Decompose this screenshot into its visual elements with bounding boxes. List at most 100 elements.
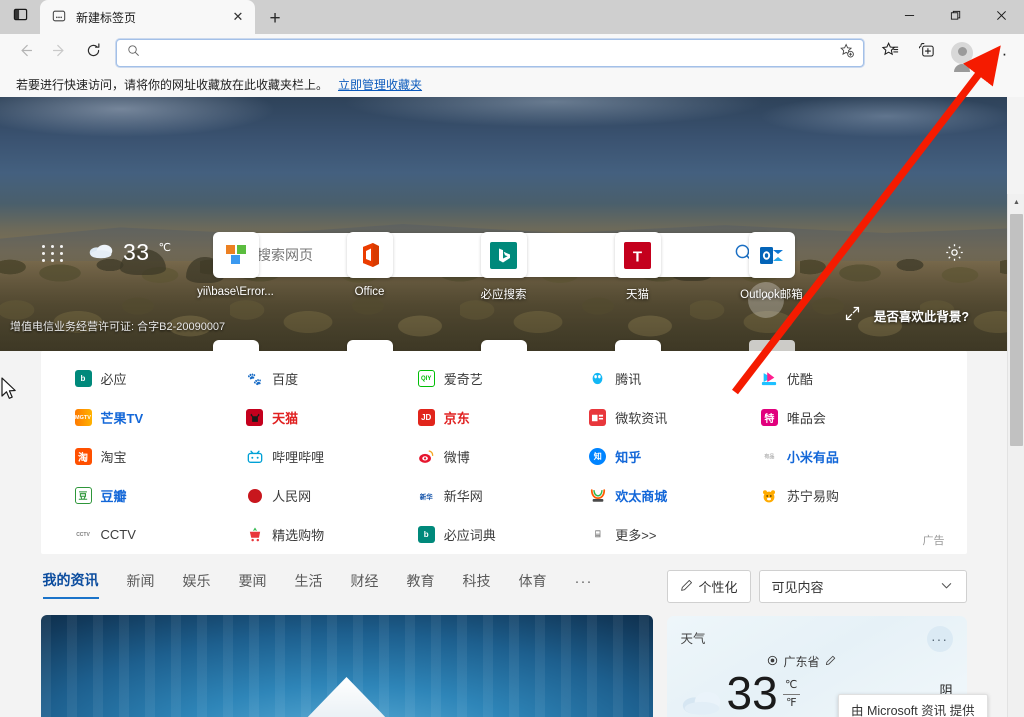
expand-arrow-icon[interactable] (844, 305, 861, 325)
weather-unit-celsius[interactable]: ℃ (785, 678, 797, 693)
shortcut-tile[interactable]: Office (338, 232, 402, 302)
quick-link[interactable]: 精选购物 (246, 525, 418, 544)
new-tab-button[interactable]: + (259, 4, 291, 34)
shortcut-tile[interactable]: 京东JD.COM (338, 340, 402, 351)
news-tab-sports[interactable]: 体育 (519, 571, 547, 598)
quick-link[interactable]: 微博 (418, 447, 590, 466)
shortcut-tile[interactable]: T 天猫 (606, 232, 670, 302)
manage-favorites-link[interactable]: 立即管理收藏夹 (338, 76, 422, 93)
weather-unit-fahrenheit[interactable]: ℉ (786, 696, 796, 711)
quick-link[interactable]: b 必应 (75, 369, 247, 388)
quick-link[interactable]: 特 唯品会 (761, 408, 933, 427)
sharepoint-tile-icon (213, 232, 259, 278)
shortcut-tile[interactable] (472, 340, 536, 351)
quick-link[interactable]: JD 京东 (418, 408, 590, 427)
back-button[interactable] (8, 37, 42, 69)
news-tab-my-feed[interactable]: 我的资讯 (43, 570, 99, 599)
shortcut-tile[interactable]: yii\base\Error... (204, 232, 268, 302)
tab-actions-menu-button[interactable] (0, 0, 40, 34)
tab-close-button[interactable]: ✕ (227, 6, 249, 28)
weather-location-row[interactable]: 广东省 (681, 653, 923, 670)
shopping-icon (246, 526, 263, 543)
weather-unit-toggle[interactable]: ℃ ℉ (783, 678, 800, 711)
shortcut-tile[interactable]: Outlook邮箱 (740, 232, 804, 302)
refresh-button[interactable] (76, 37, 110, 69)
maximize-button[interactable] (932, 0, 978, 30)
quick-link[interactable]: 淘 淘宝 (75, 447, 247, 466)
quick-link[interactable]: 新华 新华网 (418, 486, 590, 505)
quick-link[interactable]: 人民网 (246, 486, 418, 505)
shortcut-tile-label: 天猫 (626, 286, 649, 302)
office-tile-icon (347, 232, 393, 278)
favorites-list-icon (881, 41, 900, 65)
news-tab-life[interactable]: 生活 (295, 571, 323, 598)
quick-link[interactable]: 🐾 百度 (246, 369, 418, 388)
news-tab-more[interactable]: ··· (575, 573, 593, 597)
bookmarks-hint: 若要进行快速访问，请将你的网址收藏放在此收藏夹栏上。 (16, 76, 328, 93)
shortcut-tile[interactable]: 唯品会 (204, 340, 268, 351)
page-viewport: 33 ℃ (0, 97, 1007, 717)
quick-link[interactable]: 优酷 (761, 369, 933, 388)
back-arrow-icon (17, 42, 34, 64)
shortcut-tile[interactable] (606, 340, 670, 351)
pencil-icon (680, 579, 693, 595)
close-window-button[interactable] (978, 0, 1024, 30)
visible-content-dropdown[interactable]: 可见内容 (759, 570, 967, 603)
svg-text:T: T (633, 248, 642, 265)
news-tab-technology[interactable]: 科技 (463, 571, 491, 598)
page-scrollbar[interactable]: ▲ ▼ (1007, 194, 1024, 717)
hero-clouds (0, 97, 1007, 217)
quick-link[interactable]: 哔哩哔哩 (246, 447, 418, 466)
news-tab-news[interactable]: 新闻 (127, 571, 155, 598)
profile-button[interactable] (944, 37, 980, 69)
news-tab-finance[interactable]: 财经 (351, 571, 379, 598)
xiaomi-youpin-icon: 有品 (761, 448, 778, 465)
quick-link[interactable]: 有品 小米有品 (761, 447, 933, 466)
quick-link[interactable]: QIY 爱奇艺 (418, 369, 590, 388)
pencil-icon[interactable] (825, 655, 836, 669)
news-article-card[interactable] (41, 615, 653, 717)
microsoft-news-attribution-tooltip: 由 Microsoft 资讯 提供 (838, 694, 988, 717)
quick-link[interactable]: 欢太商城 (589, 486, 761, 505)
quick-link-label: 京东 (444, 408, 470, 427)
quick-link[interactable]: 苏宁易购 (761, 486, 933, 505)
quick-link[interactable]: 微软资讯 (589, 408, 761, 427)
browser-tab[interactable]: 新建标签页 ✕ (40, 0, 255, 34)
news-tab-entertainment[interactable]: 娱乐 (183, 571, 211, 598)
minimize-button[interactable] (886, 0, 932, 30)
quick-link[interactable]: 知 知乎 (589, 447, 761, 466)
personalize-button[interactable]: 个性化 (667, 570, 751, 603)
vipshop-tile-icon: 唯品会 (213, 340, 259, 351)
quick-link[interactable]: 腾讯 (589, 369, 761, 388)
news-tab-headlines[interactable]: 要闻 (239, 571, 267, 598)
add-shortcut-tile[interactable]: + (740, 340, 804, 351)
add-favorite-star-icon[interactable] (839, 43, 855, 64)
settings-and-more-button[interactable]: ··· (980, 37, 1016, 69)
quick-link[interactable]: MGTV 芒果TV (75, 408, 247, 427)
scroll-up-button[interactable]: ▲ (1008, 194, 1024, 211)
title-bar: 新建标签页 ✕ + (0, 0, 1024, 34)
tab-title: 新建标签页 (76, 9, 219, 26)
favorites-button[interactable] (872, 37, 908, 69)
vipshop-icon: 特 (761, 409, 778, 426)
shortcut-tile-label: Outlook邮箱 (740, 286, 803, 302)
scrollbar-thumb[interactable] (1010, 214, 1023, 446)
collections-button[interactable] (908, 37, 944, 69)
quick-link[interactable]: b 必应词典 (418, 525, 590, 544)
outlook-tile-icon (749, 232, 795, 278)
weather-card-more-button[interactable]: ··· (927, 626, 953, 652)
quick-link[interactable]: 天猫 (246, 408, 418, 427)
shortcut-tile-label: yii\base\Error... (197, 286, 274, 298)
quick-link-label: 知乎 (615, 447, 641, 466)
address-bar[interactable] (116, 39, 864, 67)
quick-link-more[interactable]: ⌸ 更多>> (589, 525, 761, 544)
shortcut-tile-label: 必应搜索 (481, 286, 527, 302)
quick-link[interactable]: 豆 豆瓣 (75, 486, 247, 505)
forward-button[interactable] (42, 37, 76, 69)
quick-link[interactable]: CCTV CCTV (75, 525, 247, 544)
background-feedback[interactable]: 是否喜欢此背景? (844, 305, 969, 325)
quick-link-label: 欢太商城 (615, 486, 667, 505)
shortcut-tile[interactable]: 必应搜索 (472, 232, 536, 302)
settings-and-more-icon: ··· (987, 45, 1008, 62)
news-tab-education[interactable]: 教育 (407, 571, 435, 598)
